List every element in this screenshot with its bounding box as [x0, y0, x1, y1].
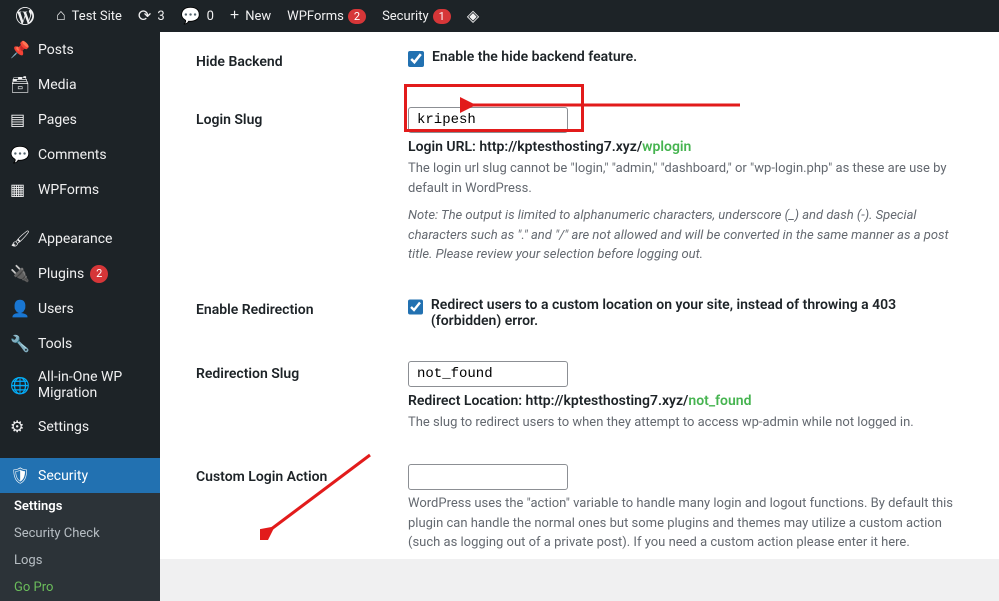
menu-label: Users [38, 301, 74, 317]
users-icon: 👤 [10, 299, 30, 318]
brush-icon: 🖌 [10, 229, 30, 248]
menu-label: Appearance [38, 231, 112, 247]
wpforms-link[interactable]: WPForms 2 [279, 0, 374, 32]
updates-link[interactable]: ⟳3 [130, 0, 173, 32]
menu-label: Comments [38, 147, 107, 163]
submenu-settings[interactable]: Settings [0, 493, 160, 520]
redirection-slug-input[interactable] [408, 361, 568, 387]
row-label-redirection-slug: Redirection Slug [196, 346, 396, 448]
debug-link[interactable]: ◈ [459, 0, 493, 32]
sidebar-item-migration[interactable]: 🌐 All-in-One WP Migration [0, 361, 160, 409]
shield-icon: 🛡 [10, 466, 30, 485]
hide-backend-checkbox[interactable] [408, 51, 424, 67]
wordpress-icon [16, 7, 34, 25]
submenu-logs[interactable]: Logs [0, 547, 160, 574]
menu-label: Plugins [38, 266, 84, 282]
new-content-link[interactable]: + New [222, 0, 279, 32]
plugins-count-badge: 2 [90, 265, 108, 283]
login-slug-note: Note: The output is limited to alphanume… [408, 206, 967, 265]
enable-redirection-checkbox[interactable] [408, 299, 423, 315]
plug-icon: 🔌 [10, 264, 30, 283]
submenu-gopro[interactable]: Go Pro [0, 574, 160, 601]
sidebar-item-settings[interactable]: ⚙ Settings [0, 409, 160, 444]
menu-label: Pages [38, 112, 77, 128]
wp-logo[interactable] [8, 0, 48, 32]
content-area: Hide Backend Enable the hide backend fea… [160, 32, 999, 559]
menu-label: Security [38, 468, 88, 484]
sidebar-item-tools[interactable]: 🔧 Tools [0, 326, 160, 361]
wpforms-badge: 2 [348, 9, 366, 24]
hide-backend-checkbox-wrap[interactable]: Enable the hide backend feature. [408, 49, 967, 67]
row-label-enable-redirection: Enable Redirection [196, 282, 396, 344]
comment-icon: 💬 [10, 145, 30, 164]
enable-redirection-checkbox-wrap[interactable]: Redirect users to a custom location on y… [408, 297, 967, 329]
hide-backend-checkbox-label: Enable the hide backend feature. [432, 49, 637, 65]
diamond-icon: ◈ [467, 6, 479, 26]
admin-toolbar: ⌂Test Site ⟳3 💬0 +New WPForms2 Security1… [0, 0, 999, 32]
login-slug-description: The login url slug cannot be "login," "a… [408, 159, 967, 198]
enable-redirection-checkbox-label: Redirect users to a custom location on y… [431, 297, 967, 329]
globe-icon: 🌐 [10, 376, 30, 395]
pin-icon: 📌 [10, 40, 30, 59]
comments-count: 0 [207, 9, 214, 24]
custom-login-action-input[interactable] [408, 464, 568, 490]
comment-icon: 💬 [181, 6, 201, 26]
submenu-security-check[interactable]: Security Check [0, 520, 160, 547]
form-icon: ▦ [10, 180, 30, 199]
wrench-icon: 🔧 [10, 334, 30, 353]
redirect-url-line: Redirect Location: http://kptesthosting7… [408, 393, 967, 409]
menu-label: WPForms [38, 182, 99, 198]
menu-label: Tools [38, 336, 72, 352]
row-label-custom-login-action: Custom Login Action [196, 449, 396, 559]
login-slug-input[interactable] [408, 107, 568, 133]
sidebar-item-users[interactable]: 👤 Users [0, 291, 160, 326]
sidebar-item-wpforms[interactable]: ▦ WPForms [0, 172, 160, 207]
sliders-icon: ⚙ [10, 417, 30, 436]
media-icon: 🗃 [10, 75, 30, 94]
security-submenu: Settings Security Check Logs Go Pro [0, 493, 160, 601]
custom-login-action-desc: WordPress uses the "action" variable to … [408, 494, 967, 553]
redirection-slug-description: The slug to redirect users to when they … [408, 413, 967, 433]
security-badge: 1 [433, 9, 451, 24]
row-label-hide-backend: Hide Backend [196, 34, 396, 90]
page-icon: ▤ [10, 110, 30, 129]
sidebar-item-security[interactable]: 🛡 Security [0, 458, 160, 493]
plus-icon: + [230, 7, 239, 25]
security-link[interactable]: Security 1 [374, 0, 459, 32]
update-icon: ⟳ [138, 6, 151, 26]
site-name-link[interactable]: ⌂ Test Site [48, 0, 130, 32]
admin-sidebar: 📌Posts 🗃Media ▤Pages 💬Comments ▦WPForms … [0, 32, 160, 559]
sidebar-item-pages[interactable]: ▤ Pages [0, 102, 160, 137]
sidebar-item-appearance[interactable]: 🖌 Appearance [0, 221, 160, 256]
sidebar-item-posts[interactable]: 📌 Posts [0, 32, 160, 67]
menu-label: Posts [38, 42, 74, 58]
sidebar-item-comments[interactable]: 💬 Comments [0, 137, 160, 172]
home-icon: ⌂ [56, 7, 66, 25]
menu-label: Settings [38, 419, 89, 435]
login-url-line: Login URL: http://kptesthosting7.xyz/wpl… [408, 139, 967, 155]
menu-label: All-in-One WP Migration [38, 369, 150, 401]
updates-count: 3 [157, 9, 164, 24]
site-title: Test Site [72, 9, 122, 24]
row-label-login-slug: Login Slug [196, 92, 396, 280]
new-label: New [245, 9, 271, 24]
wpforms-label: WPForms [287, 9, 344, 24]
security-label: Security [382, 9, 429, 24]
sidebar-item-media[interactable]: 🗃 Media [0, 67, 160, 102]
menu-label: Media [38, 77, 77, 93]
comments-link[interactable]: 💬0 [173, 0, 222, 32]
sidebar-item-plugins[interactable]: 🔌 Plugins 2 [0, 256, 160, 291]
